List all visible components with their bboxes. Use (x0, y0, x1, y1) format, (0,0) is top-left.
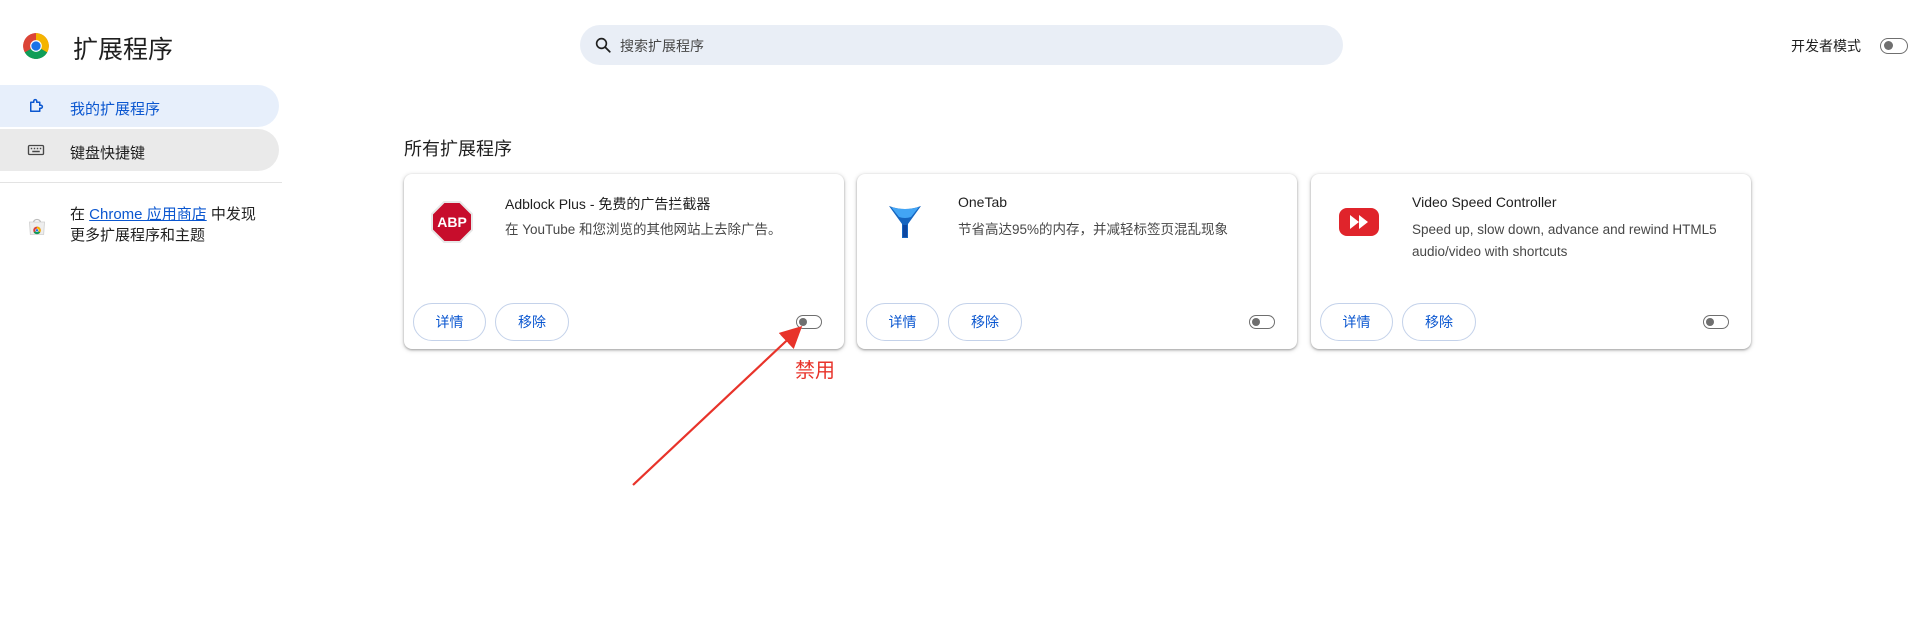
onetab-funnel-icon (889, 206, 921, 238)
extension-enable-toggle[interactable] (1703, 315, 1729, 329)
puzzle-icon (30, 98, 44, 112)
extension-description: 节省高达95%的内存，并减轻标签页混乱现象 (958, 222, 1229, 237)
remove-button[interactable]: 移除 (948, 303, 1022, 341)
svg-text:ABP: ABP (437, 214, 467, 230)
toggle-knob (1884, 41, 1893, 50)
extension-card-adblock-plus: ABP Adblock Plus - 免费的广告拦截器 在 YouTube 和您… (404, 174, 844, 349)
search-icon (595, 37, 611, 53)
webstore-promo: 在 Chrome 应用商店 中发现更多扩展程序和主题 (0, 200, 282, 250)
details-button[interactable]: 详情 (413, 303, 486, 341)
promo-prefix: 在 (70, 206, 90, 223)
extension-card-onetab: OneTab 节省高达95%的内存，并减轻标签页混乱现象 详情 移除 (857, 174, 1297, 349)
sidebar-item-keyboard-shortcuts[interactable]: 键盘快捷键 (0, 129, 279, 171)
toggle-knob (799, 317, 807, 326)
chrome-logo-icon (23, 33, 49, 59)
developer-mode-toggle[interactable] (1880, 38, 1908, 54)
chrome-webstore-icon (29, 218, 45, 235)
extension-name: Adblock Plus - 免费的广告拦截器 (505, 196, 711, 212)
webstore-link[interactable]: Chrome 应用商店 (89, 206, 207, 223)
remove-button[interactable]: 移除 (495, 303, 569, 341)
extension-enable-toggle[interactable] (1249, 315, 1275, 329)
webstore-promo-text: 在 Chrome 应用商店 中发现更多扩展程序和主题 (70, 204, 270, 246)
page-title: 扩展程序 (73, 36, 174, 64)
extension-enable-toggle[interactable] (796, 315, 822, 329)
toggle-knob (1706, 317, 1714, 326)
search-input[interactable] (618, 25, 1322, 67)
search-box[interactable] (580, 25, 1343, 67)
keyboard-icon (27, 144, 45, 156)
details-button[interactable]: 详情 (866, 303, 939, 341)
sidebar-item-my-extensions[interactable]: 我的扩展程序 (0, 85, 279, 127)
header: 扩展程序 开发者模式 (0, 0, 1913, 86)
extension-name: Video Speed Controller (1412, 194, 1557, 210)
toggle-knob (1252, 317, 1260, 326)
remove-button[interactable]: 移除 (1402, 303, 1476, 341)
developer-mode-label: 开发者模式 (1791, 38, 1861, 54)
annotation-label: 禁用 (795, 360, 835, 382)
fast-forward-icon (1339, 208, 1379, 236)
extension-card-video-speed-controller: Video Speed Controller Speed up, slow do… (1311, 174, 1751, 349)
sidebar-item-label: 键盘快捷键 (70, 145, 146, 162)
extension-description: Speed up, slow down, advance and rewind … (1412, 222, 1717, 259)
extension-name: OneTab (958, 194, 1008, 210)
abp-icon: ABP (431, 201, 473, 243)
extension-description: 在 YouTube 和您浏览的其他网站上去除广告。 (505, 222, 782, 237)
details-button[interactable]: 详情 (1320, 303, 1393, 341)
sidebar-item-label: 我的扩展程序 (70, 101, 161, 118)
section-title: 所有扩展程序 (404, 139, 512, 159)
sidebar-divider (0, 182, 282, 183)
